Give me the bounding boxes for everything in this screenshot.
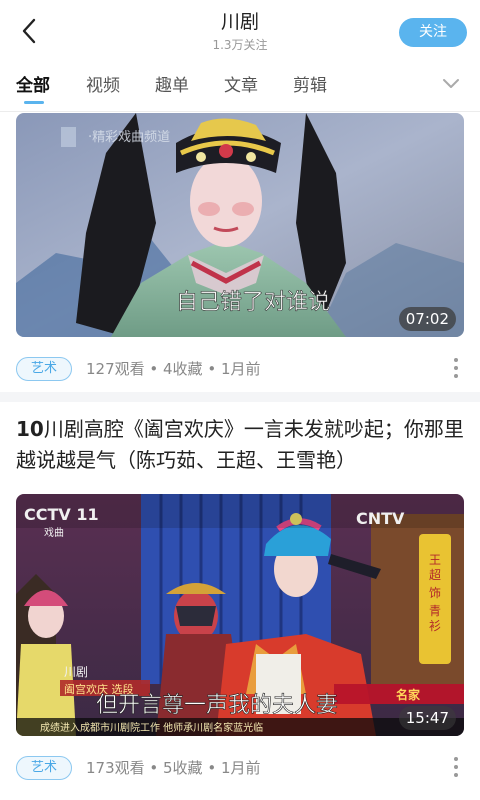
card-index: 10 [16,417,44,441]
video-thumbnail[interactable]: 王超饰青衫 CCTV 11 戏曲 CNTV 川剧 阖宫欢庆 选段 名家 但开言尊… [16,494,464,736]
tab-all[interactable]: 全部 [16,74,50,98]
more-options-button[interactable] [448,753,464,781]
more-vertical-icon [454,757,458,777]
channel-logo-right: CNTV [356,509,405,528]
more-vertical-icon [454,358,458,378]
card-meta: 艺术 173观看 • 5收藏 • 1月前 [16,753,464,781]
card-stats: 173观看 • 5收藏 • 1月前 [86,759,261,777]
tab-lists[interactable]: 趣单 [155,74,189,98]
expand-tabs-button[interactable] [438,72,464,94]
opera-scene-image: 王超饰青衫 CCTV 11 戏曲 CNTV 川剧 阖宫欢庆 选段 名家 但开言尊… [16,494,464,736]
card-meta: 艺术 127观看 • 4收藏 • 1月前 [16,354,464,382]
card-title[interactable]: 10川剧高腔《阖宫欢庆》一言未发就吵起；你那里越说越是气（陈巧茹、王超、王雪艳） [16,414,464,476]
side-label: 王超饰青衫 [429,553,441,633]
chevron-left-icon [22,18,36,44]
category-tag[interactable]: 艺术 [16,357,72,381]
video-subtitle: 自己错了对谁说 [176,290,330,315]
video-duration: 07:02 [398,307,456,331]
program-top: 川剧 [64,665,88,679]
more-options-button[interactable] [448,354,464,382]
video-caption: 成绩进入成都市川剧院工作 他师承川剧名家蓝光临 [40,721,263,734]
tab-articles[interactable]: 文章 [224,74,258,98]
top-bar: 川剧 1.3万关注 关注 [0,0,480,64]
tab-bar: 全部 视频 趣单 文章 剪辑 [0,64,480,112]
active-tab-indicator [24,101,44,104]
video-thumbnail[interactable]: ·精彩戏曲频道 自己错了对谁说 07:02 [16,113,464,337]
chevron-down-icon [443,78,459,88]
category-tag[interactable]: 艺术 [16,756,72,780]
card-divider [0,392,480,402]
card-stats: 127观看 • 4收藏 • 1月前 [86,360,261,378]
video-duration: 15:47 [398,706,456,730]
tab-clips[interactable]: 剪辑 [293,74,327,98]
follow-button[interactable]: 关注 [399,18,467,47]
back-button[interactable] [14,16,44,46]
video-subtitle: 但开言尊一声我的夫人妻 [96,693,338,718]
opera-scene-image: ·精彩戏曲频道 自己错了对谁说 [16,113,464,337]
page-title: 川剧 [220,11,259,33]
channel-logo-left: CCTV 11 [24,505,99,524]
corner-logo: 名家 [396,687,421,702]
topic-header: 川剧 1.3万关注 [140,10,340,53]
svg-text:·精彩戏曲频道: ·精彩戏曲频道 [88,130,170,145]
card-title-text: 川剧高腔《阖宫欢庆》一言未发就吵起；你那里越说越是气（陈巧茹、王超、王雪艳） [16,417,464,472]
tab-video[interactable]: 视频 [86,74,120,98]
follower-count: 1.3万关注 [212,38,268,52]
channel-sub-left: 戏曲 [44,527,64,539]
